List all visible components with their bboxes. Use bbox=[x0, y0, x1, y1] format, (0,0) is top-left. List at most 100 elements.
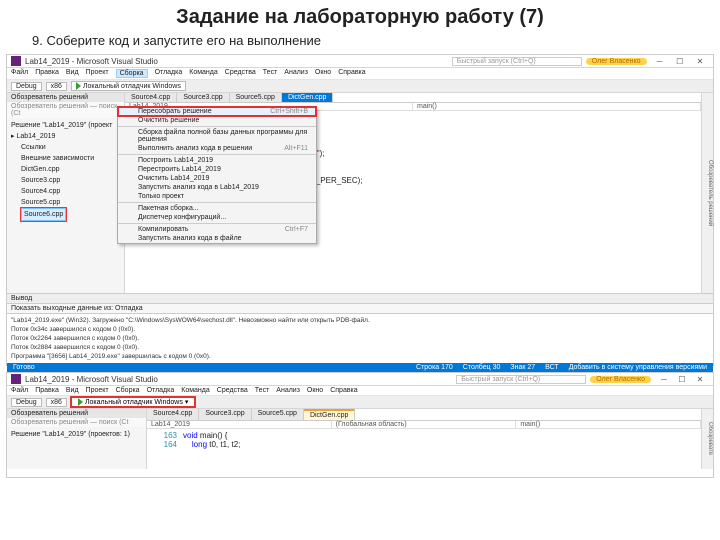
menu-Анализ[interactable]: Анализ bbox=[284, 69, 308, 78]
menu-item[interactable]: Диспетчер конфигураций... bbox=[118, 213, 316, 222]
vs-logo-icon bbox=[11, 56, 21, 66]
status-col: Столбец 30 bbox=[463, 364, 501, 371]
config-dropdown[interactable]: Debug bbox=[11, 82, 42, 91]
menu-item[interactable]: КомпилироватьCtrl+F7 bbox=[118, 225, 316, 234]
user-badge[interactable]: Олег Власенко bbox=[590, 376, 651, 383]
editor-tab[interactable]: Source3.cpp bbox=[199, 409, 251, 420]
explorer-search[interactable]: Обозреватель решений — поиск (Ct bbox=[7, 418, 146, 427]
maximize-icon[interactable]: ☐ bbox=[671, 57, 689, 66]
menu-item[interactable]: Пересобрать решениеCtrl+Shift+B bbox=[118, 107, 316, 116]
tree-item[interactable]: ▸ Lab14_2019 bbox=[11, 131, 120, 142]
menu-Вид[interactable]: Вид bbox=[66, 387, 79, 394]
menu-Проект[interactable]: Проект bbox=[86, 69, 109, 78]
tree-item[interactable]: Решение "Lab14_2019" (проектов: 1) bbox=[11, 431, 130, 438]
platform-dropdown[interactable]: x86 bbox=[46, 398, 67, 407]
window-title: Lab14_2019 - Microsoft Visual Studio bbox=[25, 375, 158, 384]
menu-item[interactable]: Запустить анализ кода в файле bbox=[118, 234, 316, 243]
menu-item[interactable]: Запустить анализ кода в Lab14_2019 bbox=[118, 183, 316, 192]
status-ready: Готово bbox=[13, 364, 35, 371]
menu-item[interactable]: Сборка файла полной базы данных программ… bbox=[118, 128, 316, 144]
menu-Правка[interactable]: Правка bbox=[35, 69, 59, 78]
code-editor[interactable]: 163void main() {164 long t0, t1, t2; bbox=[147, 429, 701, 451]
slide-title: Задание на лабораторную работу (7) bbox=[0, 0, 720, 31]
menu-Правка[interactable]: Правка bbox=[35, 387, 59, 394]
menu-Тест[interactable]: Тест bbox=[263, 69, 277, 78]
start-debug-button[interactable]: Локальный отладчик Windows bbox=[71, 81, 186, 91]
solution-explorer: Обозреватель решений Обозреватель решени… bbox=[7, 409, 147, 469]
start-debug-button[interactable]: Локальный отладчик Windows ▾ bbox=[71, 397, 195, 407]
menu-Окно[interactable]: Окно bbox=[315, 69, 331, 78]
menu-Команда[interactable]: Команда bbox=[189, 69, 218, 78]
screenshot-1: Lab14_2019 - Microsoft Visual Studio Быс… bbox=[6, 54, 714, 366]
vs-logo-icon bbox=[11, 374, 21, 384]
tree-item[interactable]: Source3.cpp bbox=[11, 175, 120, 186]
menu-Окно[interactable]: Окно bbox=[307, 387, 323, 394]
solution-explorer: Обозреватель решений Обозреватель решени… bbox=[7, 93, 125, 293]
menu-Сборка[interactable]: Сборка bbox=[116, 387, 140, 394]
minimize-icon[interactable]: ─ bbox=[651, 57, 669, 66]
scope-func[interactable]: main() bbox=[413, 103, 701, 110]
solution-tree: Решение "Lab14_2019" (проектов: 1) bbox=[7, 427, 146, 442]
menu-Справка[interactable]: Справка bbox=[330, 387, 357, 394]
tree-item[interactable]: Решение "Lab14_2019" (проект bbox=[11, 120, 120, 131]
editor-tab[interactable]: Source4.cpp bbox=[147, 409, 199, 420]
close-icon[interactable]: ✕ bbox=[691, 57, 709, 66]
tree-item[interactable]: Внешние зависимости bbox=[11, 153, 120, 164]
menu-Отладка[interactable]: Отладка bbox=[155, 69, 183, 78]
editor-tab[interactable]: DictGen.cpp bbox=[304, 409, 356, 420]
menu-Вид[interactable]: Вид bbox=[66, 69, 79, 78]
tree-item[interactable]: Ссылки bbox=[11, 142, 120, 153]
menu-item[interactable]: Очистить решение bbox=[118, 116, 316, 125]
menu-Средства[interactable]: Средства bbox=[225, 69, 256, 78]
scope-project[interactable]: Lab14_2019 bbox=[147, 421, 332, 428]
editor-tab[interactable]: Source5.cpp bbox=[252, 409, 304, 420]
tree-item[interactable]: Source6.cpp bbox=[11, 208, 120, 221]
quick-launch-input[interactable]: Быстрый запуск (Ctrl+Q) bbox=[456, 375, 586, 384]
menu-Команда[interactable]: Команда bbox=[181, 387, 210, 394]
close-icon[interactable]: ✕ bbox=[691, 375, 709, 384]
menu-Анализ[interactable]: Анализ bbox=[276, 387, 300, 394]
tree-item[interactable]: Source5.cpp bbox=[11, 197, 120, 208]
tree-item[interactable]: DictGen.cpp bbox=[11, 164, 120, 175]
panel-header: Обозреватель решений bbox=[7, 409, 146, 418]
minimize-icon[interactable]: ─ bbox=[655, 375, 673, 384]
title-bar: Lab14_2019 - Microsoft Visual Studio Быс… bbox=[7, 373, 713, 386]
menu-Средства[interactable]: Средства bbox=[217, 387, 248, 394]
output-source[interactable]: Показать выходные данные из: Отладка bbox=[7, 304, 713, 314]
menu-Файл[interactable]: Файл bbox=[11, 387, 28, 394]
right-sidebar[interactable]: Обозреватель решений bbox=[701, 93, 713, 293]
explorer-search[interactable]: Обозреватель решений — поиск (Ct bbox=[7, 102, 124, 118]
menu-Файл[interactable]: Файл bbox=[11, 69, 28, 78]
menu-item[interactable]: Перестроить Lab14_2019 bbox=[118, 165, 316, 174]
right-sidebar[interactable]: Обозревате bbox=[701, 409, 713, 469]
status-git[interactable]: Добавить в систему управления версиями bbox=[569, 364, 707, 371]
menu-item[interactable]: Только проект bbox=[118, 192, 316, 201]
platform-dropdown[interactable]: x86 bbox=[46, 82, 67, 91]
menu-item[interactable]: Выполнить анализ кода в решенииAlt+F11 bbox=[118, 144, 316, 153]
menu-Проект[interactable]: Проект bbox=[86, 387, 109, 394]
maximize-icon[interactable]: ☐ bbox=[673, 375, 691, 384]
editor-tab[interactable]: Source4.cpp bbox=[125, 93, 177, 102]
editor-tab[interactable]: Source3.cpp bbox=[177, 93, 229, 102]
menu-Сборка[interactable]: Сборка bbox=[116, 69, 148, 78]
menu-item[interactable]: Очистить Lab14_2019 bbox=[118, 174, 316, 183]
menu-Отладка[interactable]: Отладка bbox=[147, 387, 175, 394]
menu-item[interactable]: Построить Lab14_2019 bbox=[118, 156, 316, 165]
scope-func[interactable]: main() bbox=[516, 421, 701, 428]
output-tab[interactable]: Вывод bbox=[7, 294, 713, 304]
tree-item[interactable]: Source4.cpp bbox=[11, 186, 120, 197]
menu-item[interactable]: Пакетная сборка... bbox=[118, 204, 316, 213]
scope-global[interactable]: (Глобальная область) bbox=[332, 421, 517, 428]
menu-Справка[interactable]: Справка bbox=[338, 69, 365, 78]
output-panel: Вывод Показать выходные данные из: Отлад… bbox=[7, 293, 713, 363]
user-badge[interactable]: Олег Власенко bbox=[586, 58, 647, 65]
editor-tab[interactable]: DictGen.cpp bbox=[282, 93, 334, 102]
toolbar: Debug x86 Локальный отладчик Windows bbox=[7, 80, 713, 93]
window-title: Lab14_2019 - Microsoft Visual Studio bbox=[25, 57, 158, 66]
slide-subtitle: 9. Соберите код и запустите его на выпол… bbox=[0, 31, 720, 52]
panel-header: Обозреватель решений bbox=[7, 93, 124, 102]
quick-launch-input[interactable]: Быстрый запуск (Ctrl+Q) bbox=[452, 57, 582, 66]
config-dropdown[interactable]: Debug bbox=[11, 398, 42, 407]
editor-tab[interactable]: Source5.cpp bbox=[230, 93, 282, 102]
menu-Тест[interactable]: Тест bbox=[255, 387, 269, 394]
